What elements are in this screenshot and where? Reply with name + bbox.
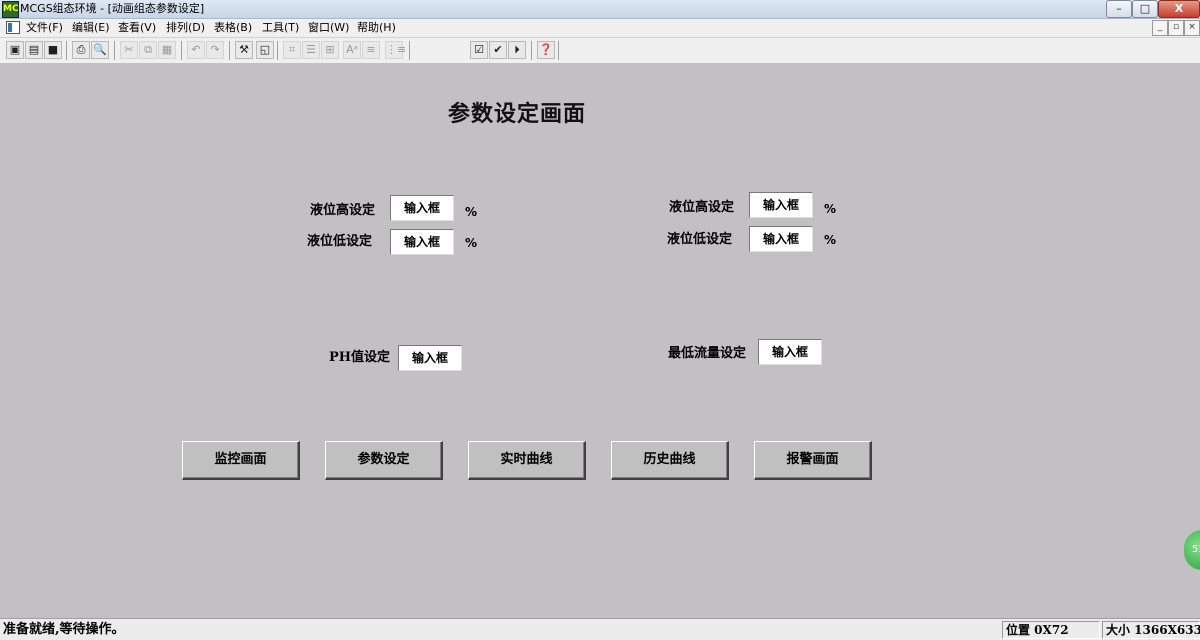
font-icon[interactable]: Aᵃ	[343, 41, 361, 59]
cut-icon[interactable]: ✂	[120, 41, 138, 59]
toolbar-separator	[277, 41, 278, 60]
group-icon[interactable]: ⊞	[321, 41, 339, 59]
toolbar-separator	[409, 41, 410, 60]
mdi-minimize-button[interactable]: _	[1152, 20, 1168, 36]
position-readout: 位置 0X72	[1002, 621, 1100, 639]
status-message: 准备就绪,等待操作。	[3, 622, 125, 637]
toolbar-separator	[66, 41, 67, 60]
menu-help[interactable]: 帮助(H)	[357, 20, 396, 36]
min-flow-setting-label: 最低流量设定	[668, 346, 747, 361]
minimize-button[interactable]: –	[1106, 0, 1132, 18]
right-level-low-unit: %	[824, 233, 837, 247]
open-icon[interactable]: ▤	[25, 41, 43, 59]
right-level-high-input[interactable]: 输入框	[749, 192, 813, 218]
line-style-icon[interactable]: ≡	[362, 41, 380, 59]
min-flow-setting-input[interactable]: 输入框	[758, 339, 822, 365]
document-icon[interactable]	[6, 21, 20, 34]
title-bar: MC MCGS组态环境 - [动画组态参数设定] – □ X	[0, 0, 1200, 19]
menu-table[interactable]: 表格(B)	[214, 20, 252, 36]
verify-icon[interactable]: ✔	[489, 41, 507, 59]
status-bar: 准备就绪,等待操作。 位置 0X72 大小 1366X633	[0, 618, 1200, 640]
text-align-icon[interactable]: ⋮≡	[385, 41, 406, 59]
right-level-low-label: 液位低设定	[667, 232, 733, 247]
close-button[interactable]: X	[1158, 0, 1200, 18]
print-preview-icon[interactable]: 🔍	[91, 41, 109, 59]
right-level-high-unit: %	[824, 202, 837, 216]
copy-icon[interactable]: ⧉	[139, 41, 157, 59]
left-level-high-unit: %	[465, 205, 478, 219]
ph-setting-input[interactable]: 输入框	[398, 345, 462, 371]
mdi-close-button[interactable]: ×	[1184, 20, 1200, 36]
left-level-high-label: 液位高设定	[310, 203, 376, 218]
check-icon[interactable]: ☑	[470, 41, 488, 59]
left-level-low-unit: %	[465, 236, 478, 250]
page-title: 参数设定画面	[448, 101, 587, 127]
menu-bar: 文件(F) 编辑(E) 查看(V) 排列(D) 表格(B) 工具(T) 窗口(W…	[0, 19, 1200, 38]
left-level-high-input[interactable]: 输入框	[390, 195, 454, 221]
print-icon[interactable]: ⎙	[72, 41, 90, 59]
nav-alarm-button[interactable]: 报警画面	[754, 441, 872, 480]
menu-window[interactable]: 窗口(W)	[308, 20, 349, 36]
undo-icon[interactable]: ↶	[187, 41, 205, 59]
menu-arrange[interactable]: 排列(D)	[166, 20, 205, 36]
right-level-low-input[interactable]: 输入框	[749, 226, 813, 252]
app-icon: MC	[2, 1, 19, 18]
nav-parameter-button[interactable]: 参数设定	[325, 441, 443, 480]
toolbar-separator	[558, 41, 559, 60]
design-canvas[interactable]	[0, 63, 1200, 618]
menu-file[interactable]: 文件(F)	[26, 20, 63, 36]
right-level-high-label: 液位高设定	[669, 200, 735, 215]
ph-setting-label: PH值设定	[329, 350, 391, 365]
toolbar-separator	[114, 41, 115, 60]
toolbar: ▣ ▤ ■ ⎙ 🔍 ✂ ⧉ ▦ ↶ ↷ ⚒ ◱ ⌗ ☰ ⊞ Aᵃ ≡ ⋮≡ ☑ ✔ ⏵ ❓	[0, 38, 1200, 64]
left-level-low-label: 液位低设定	[307, 234, 373, 249]
save-icon[interactable]: ■	[44, 41, 62, 59]
window-frame-icon[interactable]: ◱	[256, 41, 274, 59]
nav-history-curve-button[interactable]: 历史曲线	[611, 441, 729, 480]
menu-view[interactable]: 查看(V)	[118, 20, 156, 36]
window-title: MCGS组态环境 - [动画组态参数设定]	[20, 2, 205, 15]
menu-tools[interactable]: 工具(T)	[262, 20, 299, 36]
properties-icon[interactable]: ☰	[302, 41, 320, 59]
nav-monitor-button[interactable]: 监控画面	[182, 441, 300, 480]
maximize-button[interactable]: □	[1132, 0, 1158, 18]
redo-icon[interactable]: ↷	[206, 41, 224, 59]
tools-icon[interactable]: ⚒	[235, 41, 253, 59]
nav-realtime-curve-button[interactable]: 实时曲线	[468, 441, 586, 480]
toolbar-separator	[531, 41, 532, 60]
help-icon[interactable]: ❓	[537, 41, 555, 59]
new-window-icon[interactable]: ▣	[6, 41, 24, 59]
toolbar-separator	[229, 41, 230, 60]
mdi-restore-button[interactable]: ▫	[1168, 20, 1184, 36]
size-readout: 大小 1366X633	[1102, 621, 1200, 639]
left-level-low-input[interactable]: 输入框	[390, 229, 454, 255]
menu-edit[interactable]: 编辑(E)	[72, 20, 110, 36]
align-icon[interactable]: ⌗	[283, 41, 301, 59]
paste-icon[interactable]: ▦	[158, 41, 176, 59]
toolbar-separator	[181, 41, 182, 60]
run-icon[interactable]: ⏵	[508, 41, 526, 59]
